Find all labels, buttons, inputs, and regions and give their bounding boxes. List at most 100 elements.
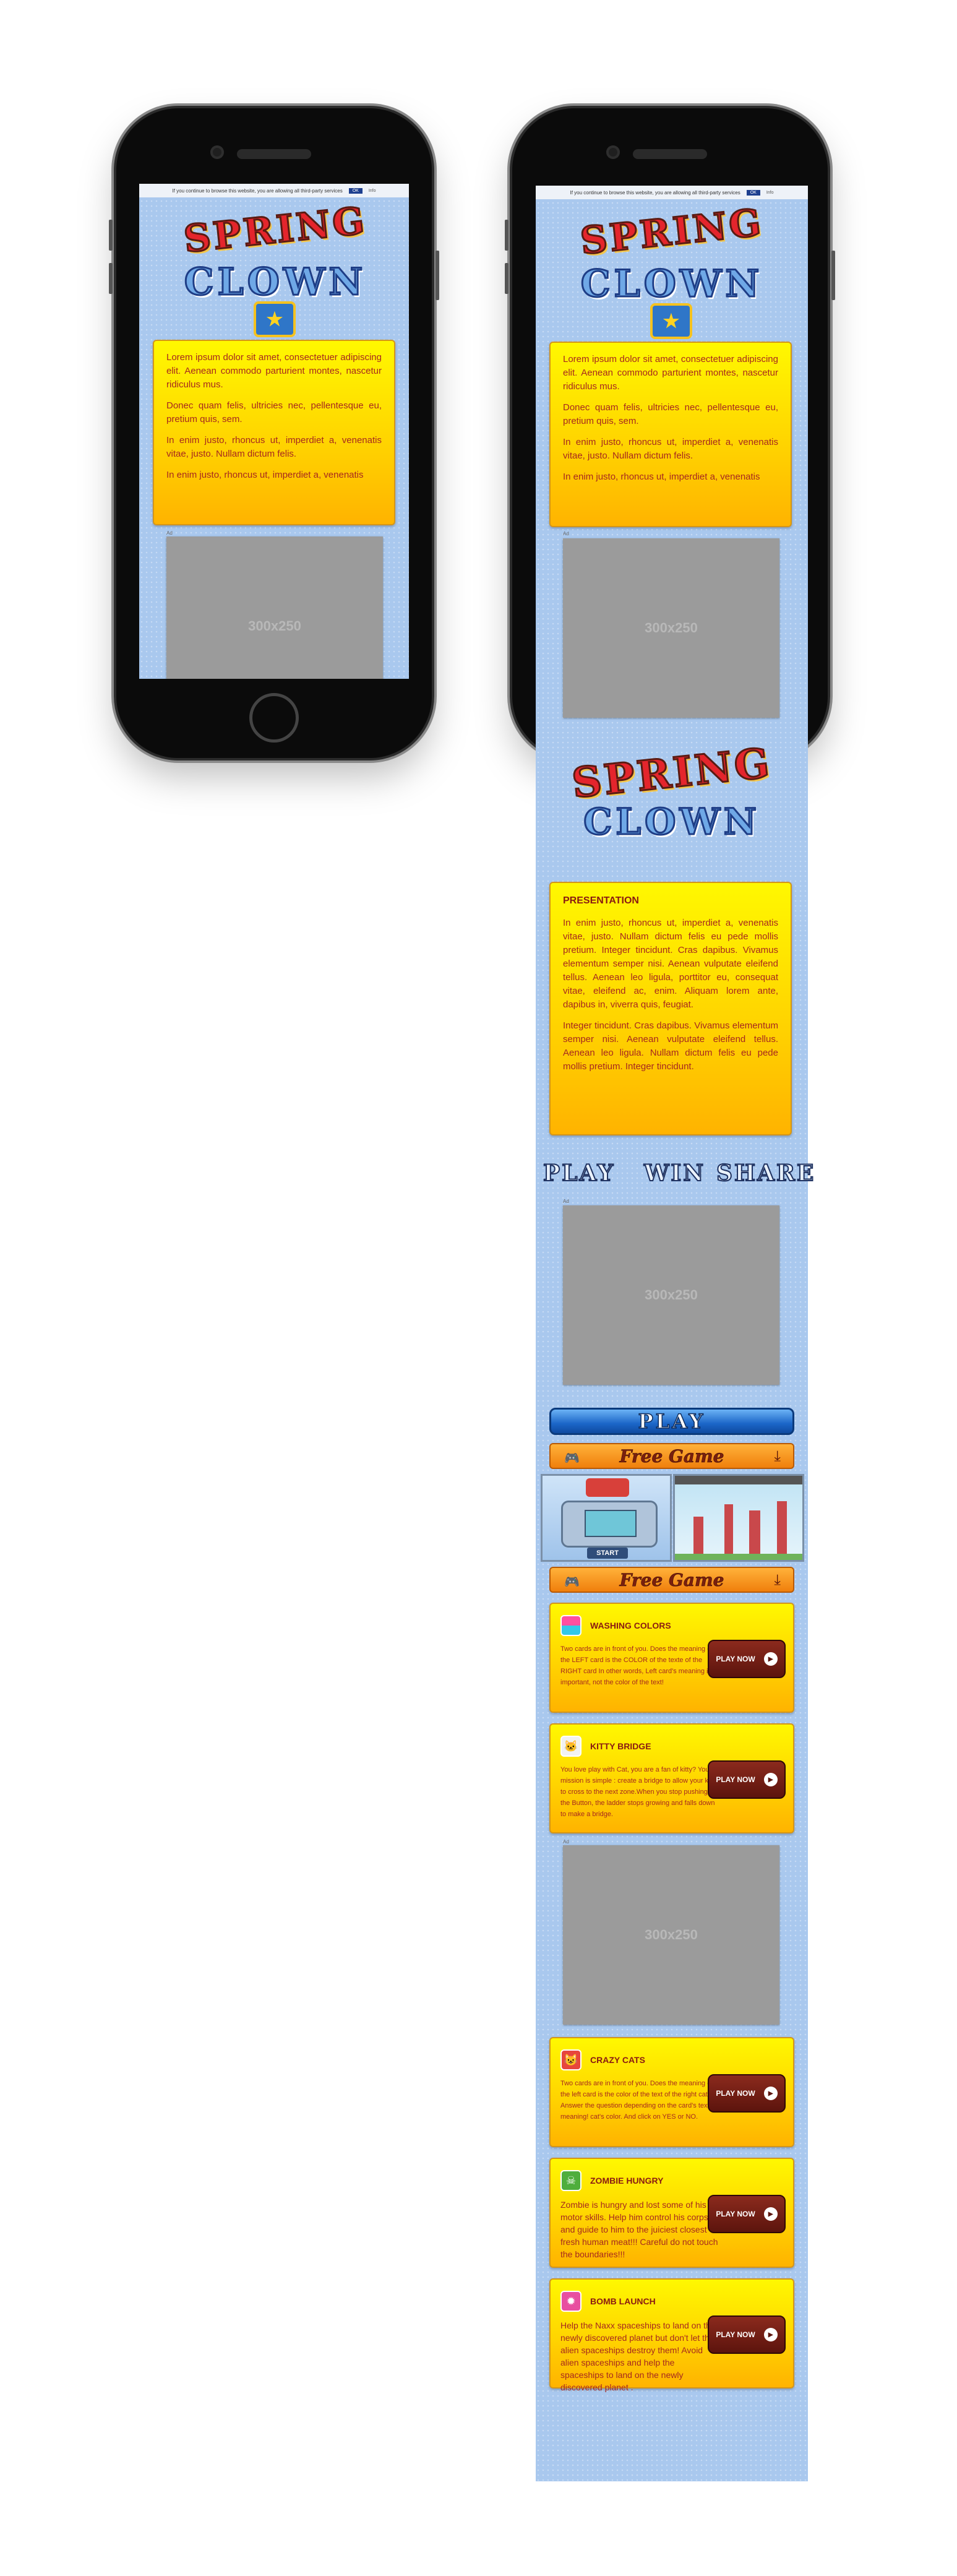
ad-placeholder[interactable]: 300x250 [563, 1205, 779, 1385]
bomb-icon: ✹ [560, 2291, 581, 2312]
play-arrow-icon: ▶ [763, 1652, 778, 1666]
game-name: BOMB LAUNCH [590, 2296, 656, 2306]
cookie-text: If you continue to browse this website, … [172, 187, 343, 194]
intro-paragraph: In enim justo, rhoncus ut, imperdiet a, … [563, 472, 760, 482]
logo-word-clown: CLOWN [580, 262, 763, 307]
game-name: CRAZY CATS [590, 2055, 645, 2065]
presentation-title: PRESENTATION [563, 895, 639, 906]
play-arrow-icon: ▶ [763, 2087, 778, 2100]
play-now-label: PLAY NOW [716, 2089, 755, 2098]
logo-word-clown: CLOWN [183, 260, 367, 305]
logo-word-spring: SPRING [569, 738, 775, 808]
cookie-bar: If you continue to browse this website, … [536, 186, 808, 199]
free-game-label: Free Game [619, 1569, 724, 1590]
power-button [436, 251, 439, 300]
free-game-bar[interactable]: 🎮 Free Game ⤓ [549, 1567, 794, 1593]
free-game-bar[interactable]: 🎮 Free Game ⤓ [549, 1443, 794, 1469]
cookie-text: If you continue to browse this website, … [570, 189, 740, 196]
play-now-button[interactable]: PLAY NOW ▶ [708, 2315, 786, 2354]
cookie-bar: If you continue to browse this website, … [139, 184, 409, 197]
ad-size-label: 300x250 [645, 1927, 698, 1942]
volume-button [109, 263, 113, 294]
long-page-screen: If you continue to browse this website, … [536, 186, 814, 2481]
game-card-crazy-cats: 😺 CRAZY CATS Two cards are in front of y… [549, 2037, 794, 2147]
presentation-paragraph: In enim justo, rhoncus ut, imperdiet a, … [563, 918, 778, 1010]
clown-box-icon: ★ [650, 303, 692, 339]
game-card-washing-colors: WASHING COLORS Two cards are in front of… [549, 1603, 794, 1713]
game-description: Zombie is hungry and lost some of his mo… [560, 2200, 718, 2259]
game-screenshot-menu[interactable]: START [541, 1474, 672, 1562]
download-icon: ⤓ [774, 1572, 781, 1588]
phone-frame-left: If you continue to browse this website, … [109, 108, 439, 758]
free-game-label: Free Game [619, 1445, 724, 1467]
cookie-ok-button[interactable]: OK [746, 189, 760, 196]
headline-play: PLAY [543, 1160, 616, 1187]
volume-button [505, 220, 509, 251]
play-now-label: PLAY NOW [716, 1655, 755, 1663]
start-button[interactable]: START [587, 1548, 628, 1559]
headline-win: WIN [643, 1160, 706, 1187]
ad-size-label: 300x250 [248, 618, 301, 634]
play-now-button[interactable]: PLAY NOW ▶ [708, 2074, 786, 2113]
ad-size-label: 300x250 [645, 620, 698, 635]
building-graphic [777, 1501, 787, 1560]
play-now-button[interactable]: PLAY NOW ▶ [708, 2195, 786, 2233]
intro-card: Lorem ipsum dolor sit amet, consectetuer… [549, 342, 792, 527]
download-icon: ⤓ [774, 1448, 781, 1465]
ad-placeholder[interactable]: 300x250 [563, 538, 779, 718]
game-logo: SPRING CLOWN ★ [573, 200, 771, 353]
game-name: WASHING COLORS [590, 1621, 671, 1630]
play-now-label: PLAY NOW [716, 2330, 755, 2339]
intro-paragraph: Donec quam felis, ultricies nec, pellent… [166, 400, 382, 424]
logo-word-spring: SPRING [181, 198, 369, 262]
logo-word-clown: CLOWN [583, 800, 760, 844]
cookie-info-link[interactable]: Info [369, 189, 376, 193]
power-button [831, 251, 835, 300]
ad-size-label: 300x250 [645, 1287, 698, 1303]
logo-word-spring: SPRING [577, 200, 766, 264]
ad-placeholder[interactable]: 300x250 [563, 1845, 779, 2025]
intro-paragraph: In enim justo, rhoncus ut, imperdiet a, … [166, 435, 382, 459]
game-screenshot-level[interactable] [673, 1474, 804, 1562]
intro-paragraph: Donec quam felis, ultricies nec, pellent… [563, 402, 778, 426]
washing-icon [560, 1615, 581, 1636]
front-camera-icon [210, 145, 224, 159]
cat-icon: 😺 [560, 2049, 581, 2070]
game-logo: SPRING CLOWN ★ [176, 198, 374, 351]
cookie-ok-button[interactable]: OK [348, 187, 363, 194]
ad-small-label: Ad [563, 1199, 569, 1204]
play-arrow-icon: ▶ [763, 2207, 778, 2221]
speaker-grille [237, 149, 311, 159]
play-now-button[interactable]: PLAY NOW ▶ [708, 1640, 786, 1678]
volume-button [505, 263, 509, 294]
intro-paragraph: Lorem ipsum dolor sit amet, consectetuer… [166, 352, 382, 390]
game-logo-large: SPRING CLOWN [548, 738, 796, 854]
game-description: You love play with Cat, you are a fan of… [560, 1766, 718, 1818]
game-name: KITTY BRIDGE [590, 1741, 651, 1751]
kitty-icon: 🐱 [560, 1736, 581, 1757]
presentation-card: PRESENTATION In enim justo, rhoncus ut, … [549, 882, 792, 1135]
gamepad-icon: 🎮 [564, 1452, 580, 1465]
game-card-zombie-hungry: ☠ ZOMBIE HUNGRY Zombie is hungry and los… [549, 2158, 794, 2268]
building-graphic [724, 1504, 733, 1560]
speaker-grille [633, 149, 707, 159]
mini-logo-icon [586, 1478, 629, 1497]
building-graphic [749, 1510, 760, 1560]
clown-box-icon: ★ [254, 301, 296, 337]
game-name: ZOMBIE HUNGRY [590, 2176, 664, 2186]
phone-screen-left: If you continue to browse this website, … [139, 184, 409, 679]
game-description: Two cards are in front of you. Does the … [560, 1645, 713, 1686]
volume-button [109, 220, 113, 251]
cookie-info-link[interactable]: Info [766, 191, 774, 195]
intro-card: Lorem ipsum dolor sit amet, consectetuer… [153, 340, 395, 525]
play-now-label: PLAY NOW [716, 2210, 755, 2218]
play-arrow-icon: ▶ [763, 2328, 778, 2341]
ad-small-label: Ad [166, 530, 173, 536]
play-now-label: PLAY NOW [716, 1775, 755, 1784]
console-graphic [561, 1501, 658, 1548]
intro-paragraph: Lorem ipsum dolor sit amet, consectetuer… [563, 354, 778, 392]
play-now-button[interactable]: PLAY NOW ▶ [708, 1760, 786, 1799]
home-button[interactable] [249, 693, 299, 743]
play-button[interactable]: PLAY [549, 1408, 794, 1435]
ad-placeholder[interactable]: 300x250 [166, 536, 383, 679]
